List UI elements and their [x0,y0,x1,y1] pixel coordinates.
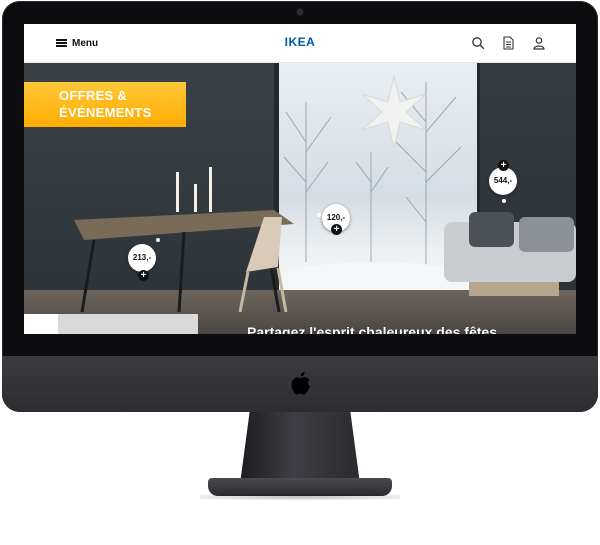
apple-logo-icon [291,372,310,395]
carousel-thumb[interactable] [58,314,198,334]
menu-label: Menu [72,37,99,49]
hamburger-icon [56,39,67,47]
offers-events-banner[interactable]: OFFRES & ÉVÉNEMENTS [24,82,186,127]
price-tag-544[interactable]: 544,- [489,167,517,195]
sofa [444,212,576,296]
price-tag-plus-icon[interactable]: + [331,224,342,235]
search-icon[interactable] [471,36,485,50]
imac-monitor: Menu IKEA 213,- + 120,- + 544,- + OFFRES… [2,1,598,412]
site-header: Menu IKEA [24,24,576,63]
camera [297,9,303,15]
stand-shadow [200,494,400,500]
price-tag-213[interactable]: 213,- [128,244,156,272]
browser-viewport: Menu IKEA 213,- + 120,- + 544,- + OFFRES… [24,24,576,334]
promo-title-line2: ÉVÉNEMENTS [59,105,152,120]
promo-title-line1: OFFRES & [59,88,128,103]
chair [238,217,288,312]
paper-star-lamp [361,75,427,149]
monitor-stand [240,412,360,484]
hotspot-dot [156,238,160,242]
hotspot-dot [502,199,506,203]
carousel-thumb[interactable] [24,314,58,334]
price-tag-plus-icon[interactable]: + [138,270,149,281]
user-icon[interactable] [532,36,546,50]
hotspot-dot [317,213,321,217]
price-tag-plus-icon[interactable]: + [498,160,509,171]
hero-banner[interactable]: 213,- + 120,- + 544,- + OFFRES & ÉVÉNEME… [24,62,576,334]
menu-button[interactable]: Menu [56,36,98,50]
hero-tagline: Partagez l'esprit chaleureux des fêtes [247,324,497,334]
ikea-logo[interactable]: IKEA [275,36,325,49]
document-icon[interactable] [501,36,515,50]
